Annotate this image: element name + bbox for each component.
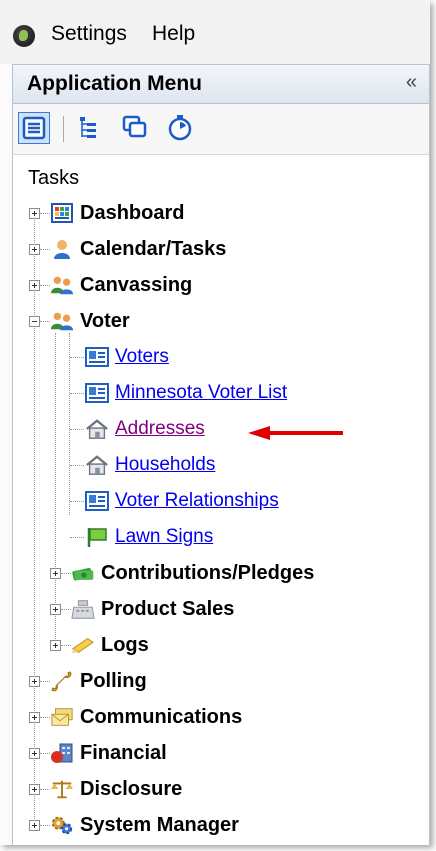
menu-help[interactable]: Help <box>152 22 195 46</box>
tree-link-lawn-signs[interactable]: Lawn Signs <box>85 519 213 555</box>
voter-card-icon <box>85 382 109 404</box>
expand-toggle[interactable] <box>29 711 40 723</box>
tree-item-dashboard[interactable]: Dashboard <box>29 195 184 231</box>
tree-link-minnesota-voter-list[interactable]: Minnesota Voter List <box>85 375 287 411</box>
expand-toggle[interactable] <box>29 243 40 255</box>
tasks-tree-panel: Tasks Dashboard Calendar/Tasks Canvassin… <box>12 154 430 845</box>
tree-item-canvassing[interactable]: Canvassing <box>29 267 192 303</box>
tree-item-contributions-pledges[interactable]: Contributions/Pledges <box>50 555 314 591</box>
expand-toggle[interactable] <box>29 783 40 795</box>
tree-link-voters[interactable]: Voters <box>85 339 169 375</box>
flag-icon <box>85 526 109 548</box>
annotation-arrow <box>248 426 343 440</box>
menu-bar: Settings Help <box>0 0 430 64</box>
tree-item-logs[interactable]: Logs <box>50 627 149 663</box>
voter-card-icon <box>85 490 109 512</box>
collapse-toggle[interactable] <box>29 315 40 327</box>
expand-toggle[interactable] <box>50 639 61 651</box>
tree-item-system-manager[interactable]: System Manager <box>29 807 239 843</box>
expand-toggle[interactable] <box>29 207 40 219</box>
expand-toggle[interactable] <box>50 603 61 615</box>
expand-toggle[interactable] <box>50 567 61 579</box>
tree-item-communications[interactable]: Communications <box>29 699 242 735</box>
tree-link-voter-relationships[interactable]: Voter Relationships <box>85 483 279 519</box>
tasks-label: Tasks <box>28 167 80 189</box>
tree-connector <box>69 333 70 515</box>
tree-link-addresses[interactable]: Addresses <box>85 411 205 447</box>
collapse-panel-button[interactable]: « <box>406 71 417 94</box>
toolbar-separator <box>63 116 64 142</box>
tree-item-polling[interactable]: Polling <box>29 663 147 699</box>
pencil-icon <box>71 634 95 656</box>
tree-item-financial[interactable]: Financial <box>29 735 167 771</box>
windows-icon[interactable] <box>119 112 151 144</box>
dashboard-icon <box>50 202 74 224</box>
menu-settings[interactable]: Settings <box>51 22 127 46</box>
voter-card-icon <box>85 346 109 368</box>
envelopes-icon <box>50 706 74 728</box>
expand-toggle[interactable] <box>29 279 40 291</box>
financial-icon <box>50 742 74 764</box>
tree-item-calendar-tasks[interactable]: Calendar/Tasks <box>29 231 226 267</box>
tree-view-icon[interactable] <box>73 112 105 144</box>
money-icon <box>71 562 95 584</box>
scales-icon <box>50 778 74 800</box>
phone-icon <box>50 670 74 692</box>
tree-item-voter[interactable]: Voter <box>29 303 130 339</box>
people-icon <box>50 274 74 296</box>
tree-item-disclosure[interactable]: Disclosure <box>29 771 182 807</box>
panel-title: Application Menu <box>27 72 202 95</box>
tree-link-households[interactable]: Households <box>85 447 215 483</box>
person-icon <box>50 238 74 260</box>
application-window: Settings Help Application Menu « Tasks D… <box>0 0 430 845</box>
people-icon <box>50 310 74 332</box>
panel-toolbar <box>12 104 430 154</box>
house-icon <box>85 454 109 476</box>
stopwatch-icon[interactable] <box>165 112 197 144</box>
tree-item-product-sales[interactable]: Product Sales <box>50 591 234 627</box>
cash-register-icon <box>71 598 95 620</box>
expand-toggle[interactable] <box>29 819 40 831</box>
gears-icon <box>50 814 74 836</box>
app-logo-icon[interactable] <box>13 25 35 47</box>
panel-header: Application Menu « <box>12 64 430 104</box>
house-icon <box>85 418 109 440</box>
expand-toggle[interactable] <box>29 747 40 759</box>
expand-toggle[interactable] <box>29 675 40 687</box>
list-view-icon[interactable] <box>18 112 50 144</box>
